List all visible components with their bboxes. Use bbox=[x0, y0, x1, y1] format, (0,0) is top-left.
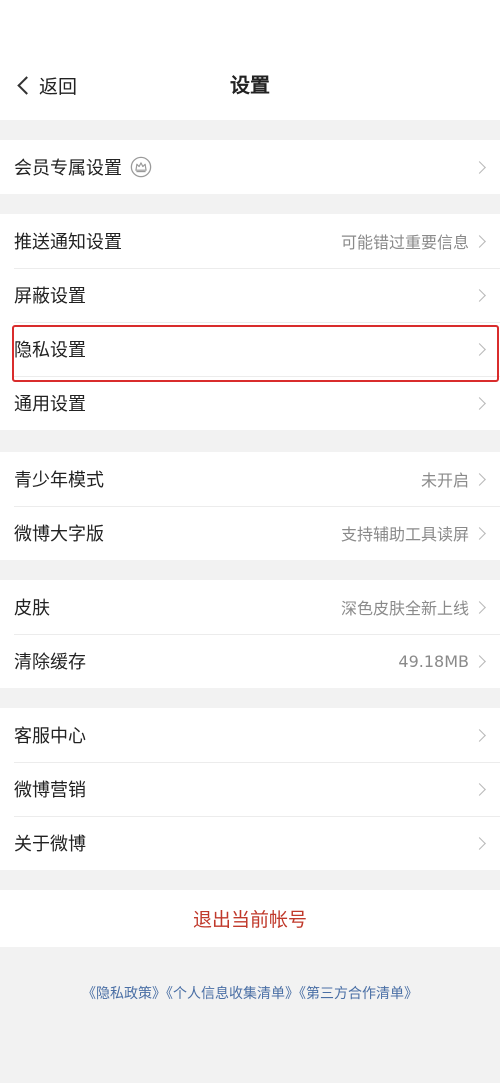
row-push-notification-settings[interactable]: 推送通知设置 可能错过重要信息 bbox=[0, 214, 500, 268]
row-member-settings[interactable]: 会员专属设置 bbox=[0, 140, 500, 194]
row-label: 青少年模式 bbox=[14, 470, 104, 491]
logout-section: 退出当前帐号 bbox=[0, 890, 500, 947]
row-value: 可能错过重要信息 bbox=[340, 233, 469, 252]
personal-info-list-link[interactable]: 《个人信息收集清单》 bbox=[166, 986, 299, 1002]
settings-screen: 返回 设置 会员专属设置 推送通知设置 可能错过重要信息 屏蔽设置 隐私设置 通… bbox=[0, 0, 500, 1083]
chevron-right-icon bbox=[473, 728, 486, 742]
footer-links: 《隐私政策》《个人信息收集清单》《第三方合作清单》 bbox=[0, 983, 500, 1003]
chevron-right-icon bbox=[473, 782, 486, 796]
row-label: 关于微博 bbox=[14, 834, 86, 855]
row-general-settings[interactable]: 通用设置 bbox=[0, 376, 500, 430]
row-label: 推送通知设置 bbox=[14, 232, 122, 253]
row-label: 客服中心 bbox=[14, 726, 86, 747]
chevron-right-icon bbox=[473, 654, 486, 668]
row-value: 支持辅助工具读屏 bbox=[340, 525, 469, 544]
row-label: 皮肤 bbox=[14, 598, 50, 619]
chevron-right-icon bbox=[473, 160, 486, 174]
chevron-right-icon bbox=[473, 836, 486, 850]
page-title: 设置 bbox=[230, 73, 270, 97]
row-value: 49.18MB bbox=[398, 651, 469, 671]
row-label: 微博大字版 bbox=[14, 524, 104, 545]
row-value: 深色皮肤全新上线 bbox=[340, 599, 469, 618]
chevron-right-icon bbox=[473, 600, 486, 614]
settings-group-general: 推送通知设置 可能错过重要信息 屏蔽设置 隐私设置 通用设置 bbox=[0, 214, 500, 430]
row-clear-cache[interactable]: 清除缓存 49.18MB bbox=[0, 634, 500, 688]
settings-group-modes: 青少年模式 未开启 微博大字版 支持辅助工具读屏 bbox=[0, 452, 500, 560]
chevron-right-icon bbox=[473, 342, 486, 356]
row-label: 隐私设置 bbox=[14, 340, 86, 361]
navigation-bar: 返回 设置 bbox=[0, 0, 500, 120]
row-large-font-edition[interactable]: 微博大字版 支持辅助工具读屏 bbox=[0, 506, 500, 560]
row-label: 会员专属设置 bbox=[14, 158, 122, 179]
settings-group-membership: 会员专属设置 bbox=[0, 140, 500, 194]
row-value: 未开启 bbox=[420, 471, 469, 490]
privacy-policy-link[interactable]: 《隐私政策》 bbox=[82, 986, 166, 1002]
settings-group-appearance: 皮肤 深色皮肤全新上线 清除缓存 49.18MB bbox=[0, 580, 500, 688]
chevron-right-icon bbox=[473, 288, 486, 302]
row-label: 微博营销 bbox=[14, 780, 86, 801]
chevron-right-icon bbox=[473, 472, 486, 486]
chevron-right-icon bbox=[473, 526, 486, 540]
logout-button[interactable]: 退出当前帐号 bbox=[193, 905, 307, 932]
row-teen-mode[interactable]: 青少年模式 未开启 bbox=[0, 452, 500, 506]
row-label: 通用设置 bbox=[14, 394, 86, 415]
row-label: 清除缓存 bbox=[14, 652, 86, 673]
row-skin[interactable]: 皮肤 深色皮肤全新上线 bbox=[0, 580, 500, 634]
crown-icon bbox=[130, 156, 152, 178]
row-customer-service[interactable]: 客服中心 bbox=[0, 708, 500, 762]
third-party-list-link[interactable]: 《第三方合作清单》 bbox=[299, 986, 418, 1002]
row-weibo-marketing[interactable]: 微博营销 bbox=[0, 762, 500, 816]
row-privacy-settings[interactable]: 隐私设置 bbox=[0, 322, 500, 376]
settings-group-about: 客服中心 微博营销 关于微博 bbox=[0, 708, 500, 870]
chevron-right-icon bbox=[473, 234, 486, 248]
row-about-weibo[interactable]: 关于微博 bbox=[0, 816, 500, 870]
row-block-settings[interactable]: 屏蔽设置 bbox=[0, 268, 500, 322]
chevron-right-icon bbox=[473, 396, 486, 410]
row-label: 屏蔽设置 bbox=[14, 286, 86, 307]
